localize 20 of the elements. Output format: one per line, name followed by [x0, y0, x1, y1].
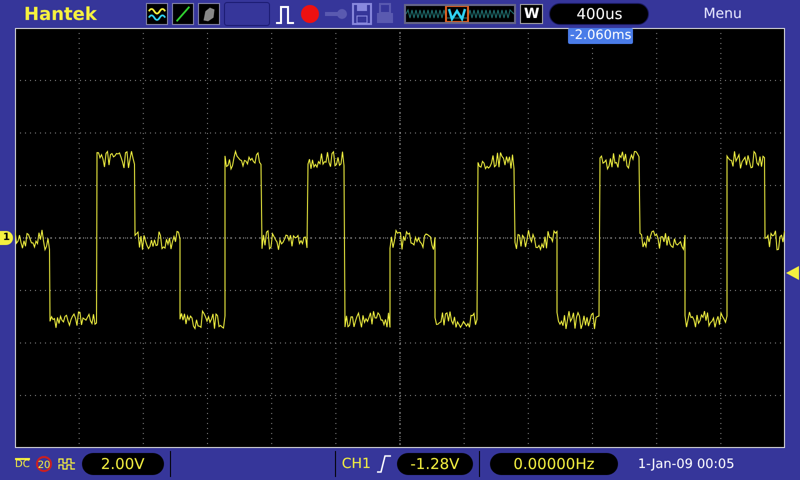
rising-edge-icon — [376, 455, 391, 473]
save-icon[interactable] — [352, 3, 372, 25]
square-wave-icon — [58, 457, 76, 471]
time-base-readout: 400us — [549, 3, 650, 25]
volts-per-div-readout: 2.00V — [82, 453, 164, 475]
pulse-icon[interactable] — [274, 3, 296, 25]
bandwidth-limit-badge: 20 — [36, 456, 52, 472]
trigger-level-readout: -1.28V — [396, 453, 473, 475]
brand-logo: Hantek — [24, 4, 98, 24]
empty-slot — [224, 2, 270, 26]
waves-icon[interactable] — [146, 3, 168, 25]
zoom-button[interactable]: W — [520, 4, 544, 24]
frequency-readout: 0.00000Hz — [490, 453, 618, 475]
coupling-label: DC — [15, 458, 30, 470]
date-time: 1-Jan-09 00:05 — [638, 456, 734, 472]
menu-button[interactable]: Menu — [703, 6, 742, 22]
trigger-position-label: -2.060ms — [568, 28, 634, 44]
persistence-icon[interactable] — [198, 3, 220, 25]
channel-marker[interactable]: 1 — [0, 231, 13, 245]
trigger-source-label: CH1 — [342, 456, 371, 472]
